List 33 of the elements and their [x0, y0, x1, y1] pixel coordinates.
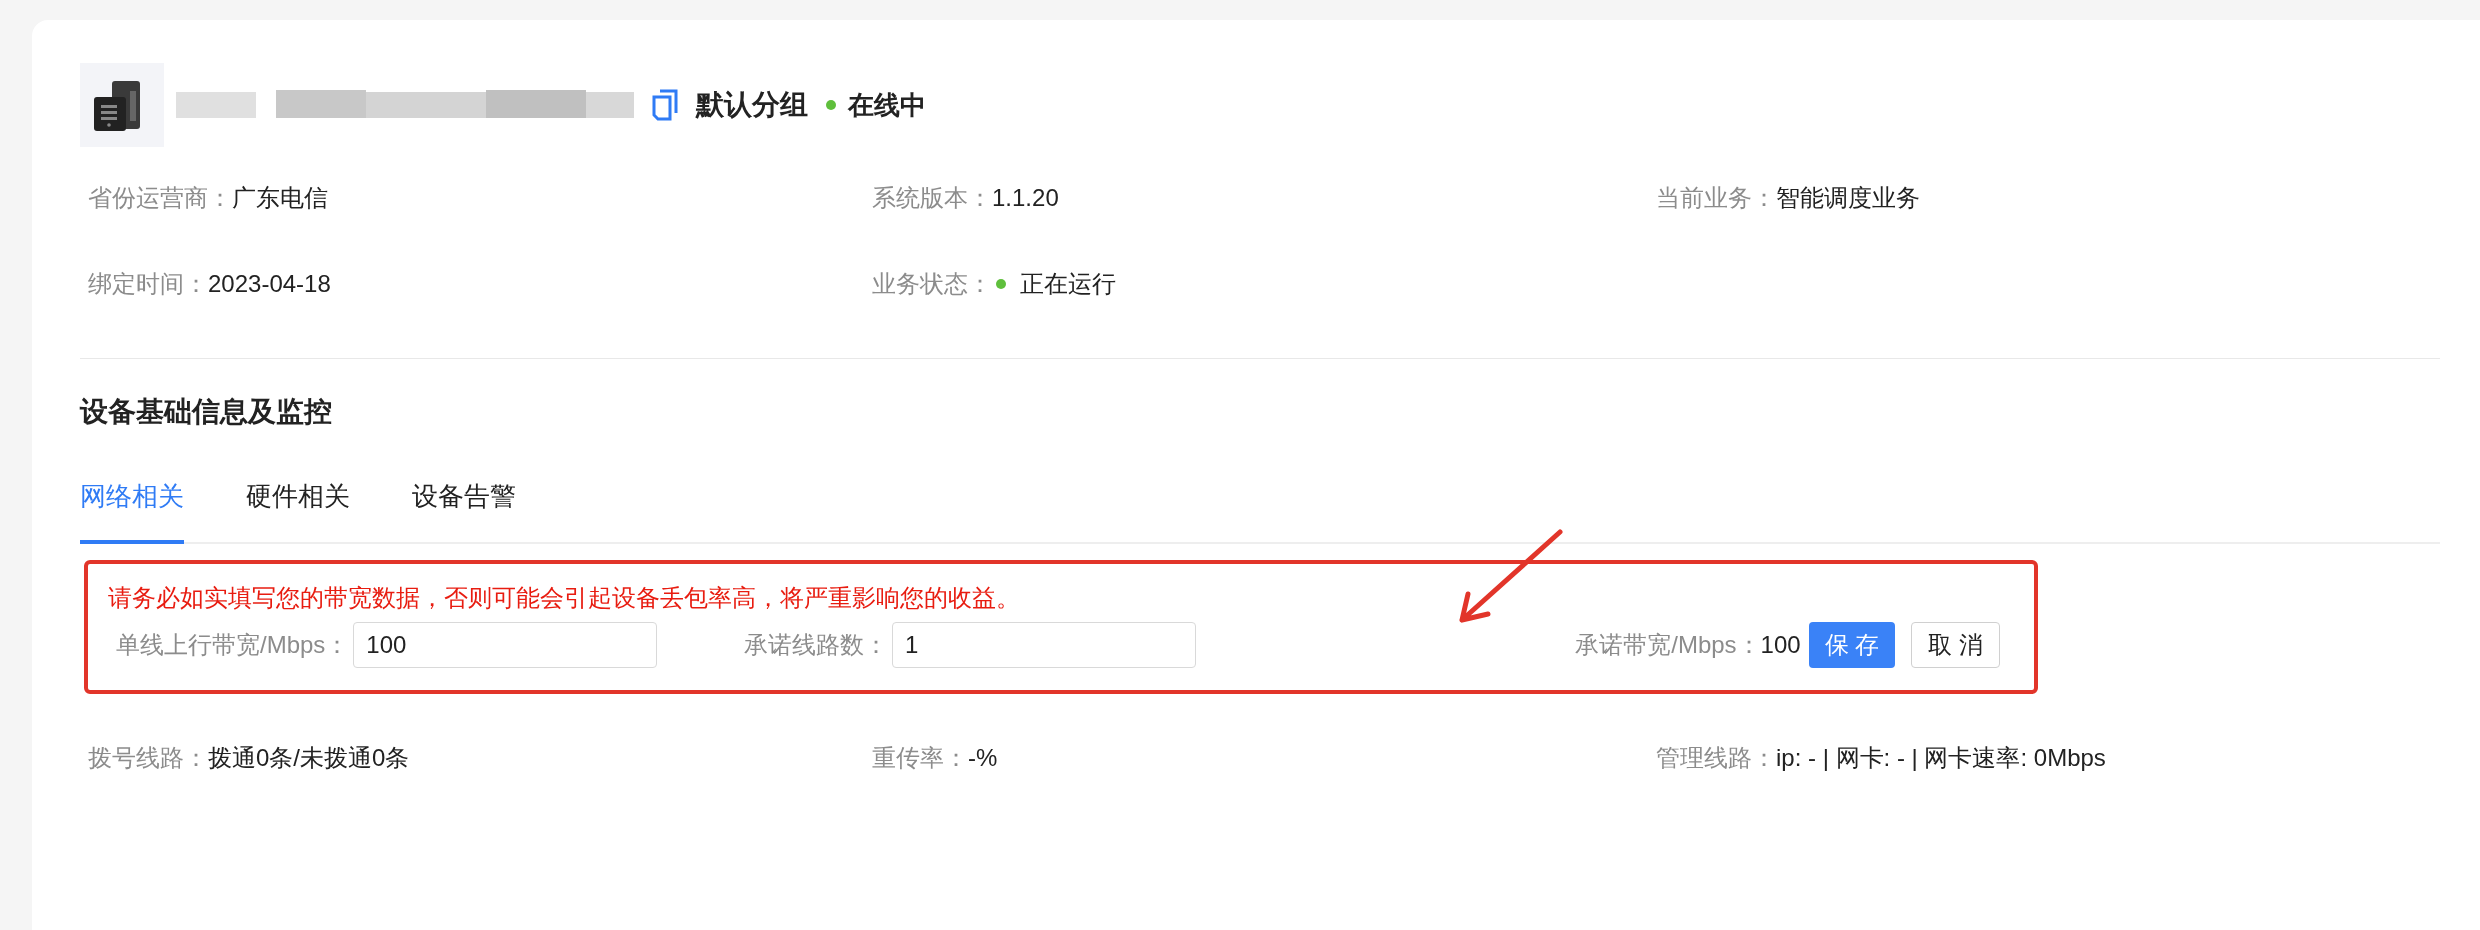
field-value: 广东电信 — [232, 183, 328, 213]
field-value: ip: - | 网卡: - | 网卡速率: 0Mbps — [1776, 743, 2106, 773]
save-button[interactable]: 保 存 — [1808, 622, 1896, 668]
warning-text: 请务必如实填写您的带宽数据，否则可能会引起设备丢包率高，将严重影响您的收益。 — [108, 583, 1021, 613]
tab[interactable]: 设备告警 — [412, 477, 516, 544]
group-name: 默认分组 — [696, 88, 808, 122]
tab[interactable]: 硬件相关 — [246, 477, 350, 544]
field-value: 拨通0条/未拨通0条 — [208, 743, 410, 773]
field-label: 系统版本： — [872, 183, 992, 213]
field-value: -% — [968, 743, 998, 773]
field-value: 智能调度业务 — [1776, 183, 1920, 213]
field-label: 承诺带宽/Mbps： — [1575, 630, 1761, 660]
input-field[interactable]: 100 — [353, 622, 658, 668]
tab[interactable]: 网络相关 — [80, 477, 184, 544]
field-label: 绑定时间： — [88, 269, 208, 299]
status-label: 在线中 — [848, 88, 926, 122]
field-label: 管理线路： — [1656, 743, 1776, 773]
field-value: 100 — [1760, 630, 1801, 660]
field-label: 承诺线路数： — [744, 630, 888, 660]
field-value: 1.1.20 — [992, 183, 1059, 213]
field-value: 2023-04-18 — [208, 269, 331, 299]
copy-icon[interactable] — [652, 89, 678, 121]
field-label: 拨号线路： — [88, 743, 208, 773]
section-title: 设备基础信息及监控 — [80, 395, 333, 429]
field-label: 业务状态： — [872, 269, 992, 299]
input-field[interactable]: 1 — [892, 622, 1196, 668]
field-label: 单线上行带宽/Mbps： — [116, 630, 350, 660]
field-value: 正在运行 — [1020, 269, 1116, 299]
cancel-button[interactable]: 取 消 — [1911, 622, 2000, 668]
field-label: 当前业务： — [1656, 183, 1776, 213]
field-label: 省份运营商： — [88, 183, 232, 213]
field-label: 重传率： — [872, 743, 968, 773]
server-icon — [80, 63, 164, 147]
